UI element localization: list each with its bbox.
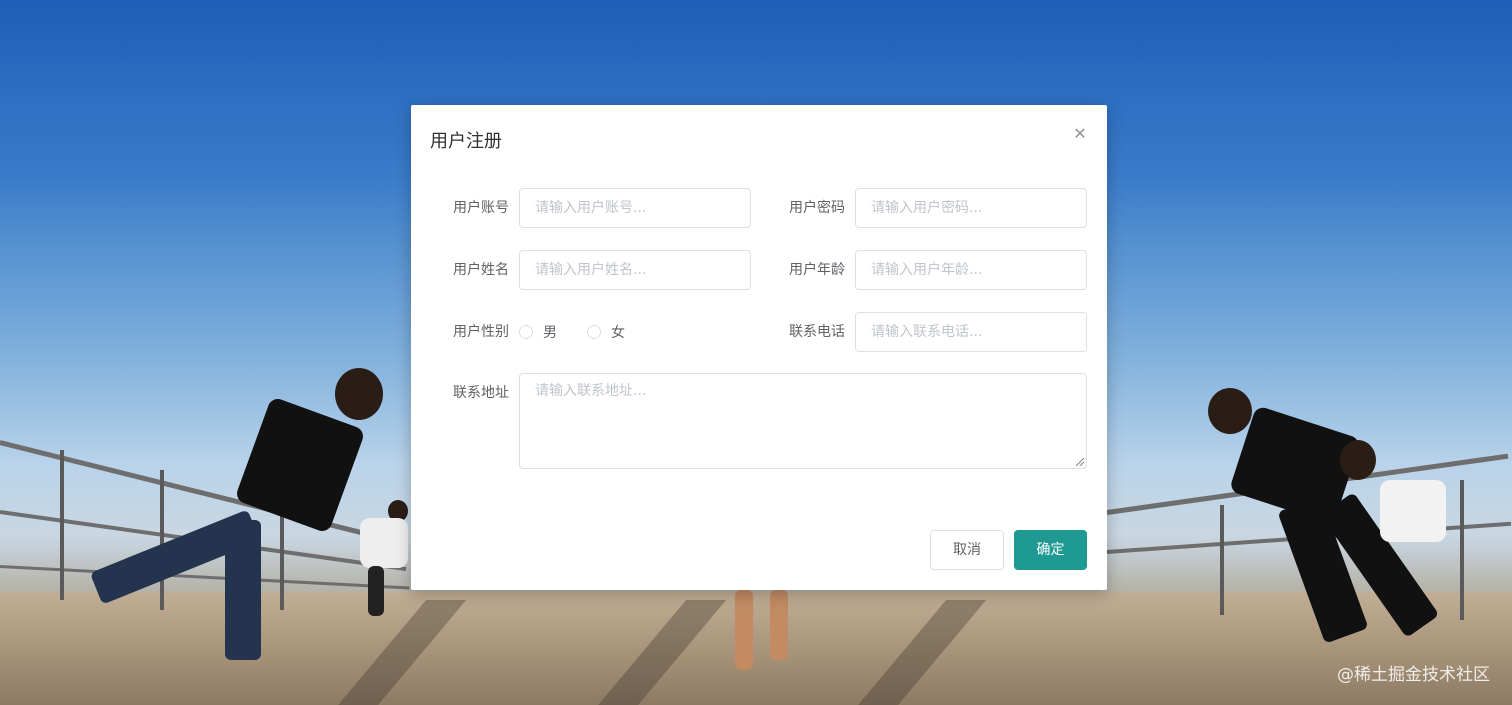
address-label: 联系地址 xyxy=(453,385,509,401)
radio-label: 男 xyxy=(543,325,557,341)
address-textarea[interactable]: 请输入联系地址... xyxy=(519,373,1087,469)
radio-circle-icon[interactable] xyxy=(587,325,601,339)
radio-circle-icon[interactable] xyxy=(519,325,533,339)
resize-handle-icon[interactable] xyxy=(1076,458,1084,466)
railing-post xyxy=(1220,505,1224,615)
railing-post xyxy=(60,450,64,600)
password-input[interactable]: 请输入用户密码... xyxy=(855,188,1087,228)
age-label: 用户年龄 xyxy=(789,262,845,278)
close-icon[interactable]: ✕ xyxy=(1071,125,1089,143)
background-scene: @稀土掘金技术社区 用户注册 ✕ 用户账号 请输入用户账号... 用户密码 请输… xyxy=(0,0,1512,705)
name-label: 用户姓名 xyxy=(453,262,509,278)
confirm-button[interactable]: 确定 xyxy=(1014,530,1087,570)
age-input[interactable]: 请输入用户年龄... xyxy=(855,250,1087,290)
dialog-title: 用户注册 xyxy=(430,131,502,152)
gender-label: 用户性别 xyxy=(453,324,509,340)
gender-radio-group: 男 女 xyxy=(519,312,655,352)
gender-radio-female[interactable]: 女 xyxy=(587,322,625,342)
railing-post xyxy=(1460,480,1464,620)
address-placeholder: 请输入联系地址... xyxy=(535,383,647,399)
account-input[interactable]: 请输入用户账号... xyxy=(519,188,751,228)
railing-post xyxy=(160,470,164,610)
password-label: 用户密码 xyxy=(789,200,845,216)
name-input[interactable]: 请输入用户姓名... xyxy=(519,250,751,290)
gender-radio-male[interactable]: 男 xyxy=(519,322,557,342)
cancel-button[interactable]: 取消 xyxy=(930,530,1004,570)
phone-label: 联系电话 xyxy=(789,324,845,340)
register-dialog: 用户注册 ✕ 用户账号 请输入用户账号... 用户密码 请输入用户密码... 用… xyxy=(411,105,1107,590)
account-label: 用户账号 xyxy=(453,200,509,216)
phone-input[interactable]: 请输入联系电话... xyxy=(855,312,1087,352)
watermark-text: @稀土掘金技术社区 xyxy=(1337,665,1490,685)
radio-label: 女 xyxy=(611,325,625,341)
